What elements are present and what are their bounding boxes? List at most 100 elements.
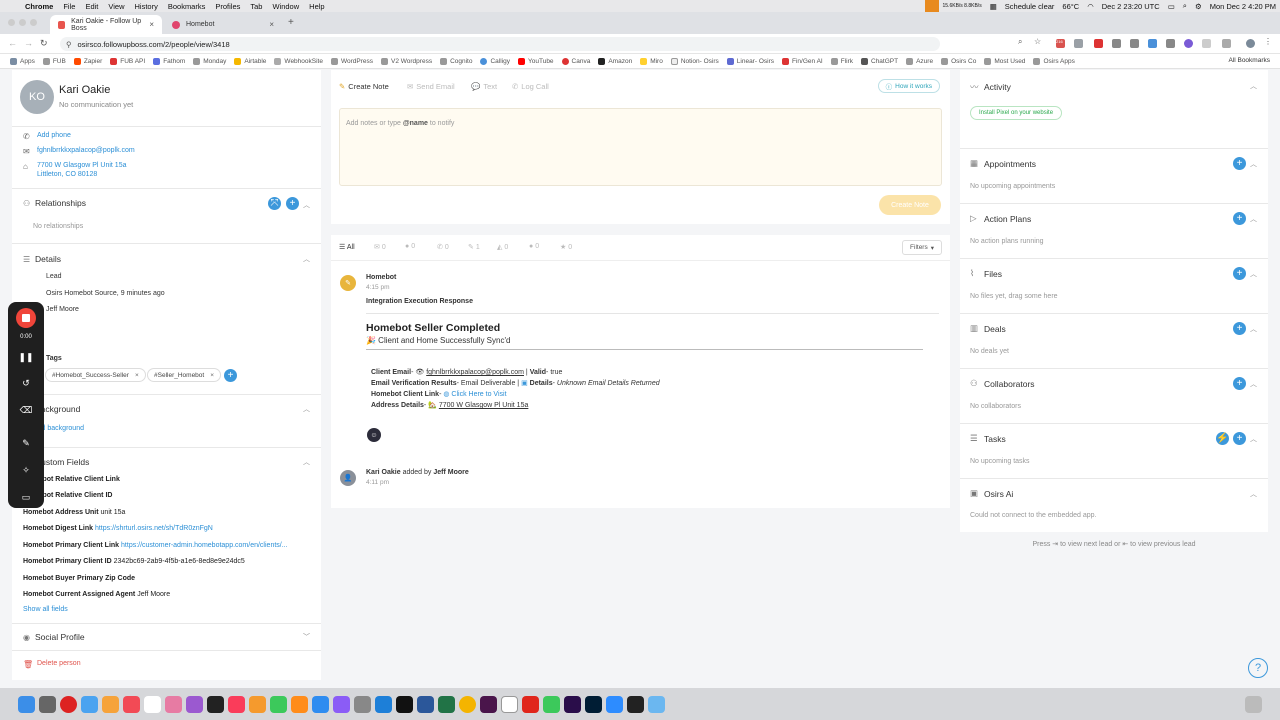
field-link[interactable]: https://shrturl.osirs.net/sh/TdR0znFgN xyxy=(95,525,213,532)
menu-profiles[interactable]: Profiles xyxy=(210,2,245,11)
feed-tab-email[interactable]: ✉ 0 xyxy=(374,243,386,251)
clock[interactable]: Mon Dec 2 4:20 PM xyxy=(1206,2,1280,11)
custom-field-row[interactable]: Homebot Digest Link https://shrturl.osir… xyxy=(23,525,213,532)
bookmark-airtable[interactable]: Airtable xyxy=(234,57,266,65)
how-it-works-button[interactable]: ⓘ How it works xyxy=(877,79,940,93)
create-note-button[interactable]: Create Note xyxy=(879,195,941,215)
field-link[interactable]: https://customer-admin.homebotapp.com/en… xyxy=(121,542,288,549)
added-person[interactable]: Kari Oakie xyxy=(366,469,401,476)
pen-icon[interactable]: ✎ xyxy=(8,438,44,449)
chevron-up-icon[interactable]: ︿ xyxy=(1250,214,1257,224)
control-center-icon[interactable]: ⚙ xyxy=(1191,2,1206,11)
custom-field-row[interactable]: Homebot Current Assigned Agent Jeff Moor… xyxy=(23,591,170,598)
search-icon[interactable]: ⌕ xyxy=(1179,1,1191,11)
bookmark-wordpress[interactable]: WordPress xyxy=(330,57,373,65)
add-task-button[interactable]: + xyxy=(1233,432,1246,445)
tab-create-note[interactable]: ✎ Create Note xyxy=(339,82,389,91)
deals-header[interactable]: ▥ Deals xyxy=(970,323,1006,334)
extension-icon[interactable] xyxy=(1074,39,1083,48)
messages-icon[interactable] xyxy=(270,695,287,713)
menu-bookmarks[interactable]: Bookmarks xyxy=(163,2,211,11)
zoom-icon[interactable]: ⌕ xyxy=(1018,37,1027,46)
bookmark-cognito[interactable]: Cognito xyxy=(440,57,472,65)
note-textarea[interactable]: Add notes or type @name to notify xyxy=(339,108,942,186)
email-link[interactable]: fghnlbrrkkxpalacop@poplk.com xyxy=(37,147,135,154)
bookmark-youtube[interactable]: YouTube xyxy=(518,57,554,65)
menu-tab[interactable]: Tab xyxy=(245,2,267,11)
bookmark-calligy[interactable]: Calligy xyxy=(480,57,510,65)
tab-send-email[interactable]: ✉ Send Email xyxy=(407,82,455,91)
photos-icon[interactable] xyxy=(165,695,182,713)
window-close-icon[interactable] xyxy=(8,19,15,26)
schedule-status[interactable]: Schedule clear xyxy=(1001,2,1059,11)
address-row[interactable]: ⌂ 7700 W Glasgow Pl Unit 15a Littleton, … xyxy=(23,162,127,178)
facetime-icon[interactable] xyxy=(543,695,560,713)
action-plans-header[interactable]: ▷ Action Plans xyxy=(970,213,1031,224)
tab-text[interactable]: 💬 Text xyxy=(471,82,497,91)
opera-icon[interactable] xyxy=(60,695,77,713)
premiere-icon[interactable] xyxy=(564,695,581,713)
terminal-icon[interactable] xyxy=(627,695,644,713)
chevron-up-icon[interactable]: ︿ xyxy=(303,404,310,414)
tag-chip[interactable]: #Seller_Homebot × xyxy=(147,368,222,382)
add-relationship-button[interactable]: + xyxy=(286,197,299,210)
bookmark-flirk[interactable]: Flirk xyxy=(830,57,853,65)
bookmark-amazon[interactable]: Amazon xyxy=(598,57,632,65)
extension-badge-icon[interactable]: 216 xyxy=(1056,39,1065,48)
appointments-header[interactable]: ▦ Appointments xyxy=(970,158,1036,169)
agent-value[interactable]: Jeff Moore xyxy=(46,306,79,313)
wifi-icon[interactable]: ◠ xyxy=(1083,2,1098,11)
acrobat-icon[interactable] xyxy=(522,695,539,713)
new-tab-icon[interactable]: + xyxy=(288,17,294,28)
window-zoom-icon[interactable] xyxy=(30,19,37,26)
excel-icon[interactable] xyxy=(438,695,455,713)
photoshop-icon[interactable] xyxy=(585,695,602,713)
bookmark-apps[interactable]: Apps xyxy=(10,57,35,65)
reload-icon[interactable]: ↻ xyxy=(40,38,48,49)
bookmark-fub-api[interactable]: FUB API xyxy=(110,57,145,65)
person-name[interactable]: Kari Oakie xyxy=(59,84,110,96)
extension-icon[interactable] xyxy=(1148,39,1157,48)
menu-window[interactable]: Window xyxy=(267,2,304,11)
url-bar[interactable]: ⚲ osirsco.followupboss.com/2/people/view… xyxy=(60,37,940,51)
add-phone-row[interactable]: ✆ Add phone xyxy=(23,132,71,141)
close-tab-icon[interactable]: × xyxy=(149,20,154,29)
chevron-up-icon[interactable]: ︿ xyxy=(1250,489,1257,499)
bookmark-monday[interactable]: Monday xyxy=(193,57,226,65)
add-collaborator-button[interactable]: + xyxy=(1233,377,1246,390)
chevron-up-icon[interactable]: ︿ xyxy=(1250,434,1257,444)
feed-tab-all[interactable]: ☰ All xyxy=(339,243,355,251)
extensions-puzzle-icon[interactable] xyxy=(1222,39,1231,48)
pause-icon[interactable]: ❚❚ xyxy=(8,352,44,363)
osirs-ai-header[interactable]: ▣ Osirs Ai xyxy=(970,488,1013,499)
filters-dropdown[interactable]: Filters ▾ xyxy=(902,240,942,255)
menu-help[interactable]: Help xyxy=(304,2,329,11)
bookmark-star-icon[interactable]: ☆ xyxy=(1034,37,1043,46)
bookmark-canva[interactable]: Canva xyxy=(561,57,590,65)
chevron-up-icon[interactable]: ︿ xyxy=(303,457,310,467)
bookmark-zapier[interactable]: Zapier xyxy=(73,57,102,65)
chatgpt-icon[interactable] xyxy=(396,695,413,713)
relationship-link-button[interactable]: ⤧ xyxy=(268,197,281,210)
address-details-value[interactable]: 7700 W Glasgow Pl Unit 15a xyxy=(439,402,529,409)
collaborators-header[interactable]: ⚇ Collaborators xyxy=(970,378,1035,389)
custom-field-row[interactable]: Homebot Address Unit unit 15a xyxy=(23,509,125,516)
chrome-icon[interactable] xyxy=(459,695,476,713)
add-action-plan-button[interactable]: + xyxy=(1233,212,1246,225)
menu-edit[interactable]: Edit xyxy=(80,2,103,11)
word-icon[interactable] xyxy=(417,695,434,713)
menu-history[interactable]: History xyxy=(130,2,163,11)
extension-icon[interactable] xyxy=(1112,39,1121,48)
pages-icon[interactable] xyxy=(249,695,266,713)
feed-tab-star[interactable]: ★ 0 xyxy=(560,243,572,251)
feed-tab-text[interactable]: ● 0 xyxy=(405,243,415,250)
feed-tab-event[interactable]: ◭ 0 xyxy=(497,243,508,251)
sparkle-icon[interactable]: ✧ xyxy=(8,465,44,476)
launchpad-icon[interactable] xyxy=(39,695,56,713)
feed-tab-call[interactable]: ✆ 0 xyxy=(437,243,449,251)
extension-icon[interactable] xyxy=(1130,39,1139,48)
custom-field-row[interactable]: Homebot Primary Client ID 2342bc69-2ab9-… xyxy=(23,558,245,565)
menu-view[interactable]: View xyxy=(103,2,129,11)
chevron-up-icon[interactable]: ︿ xyxy=(1250,324,1257,334)
battery-icon[interactable]: ▭ xyxy=(1164,2,1179,11)
